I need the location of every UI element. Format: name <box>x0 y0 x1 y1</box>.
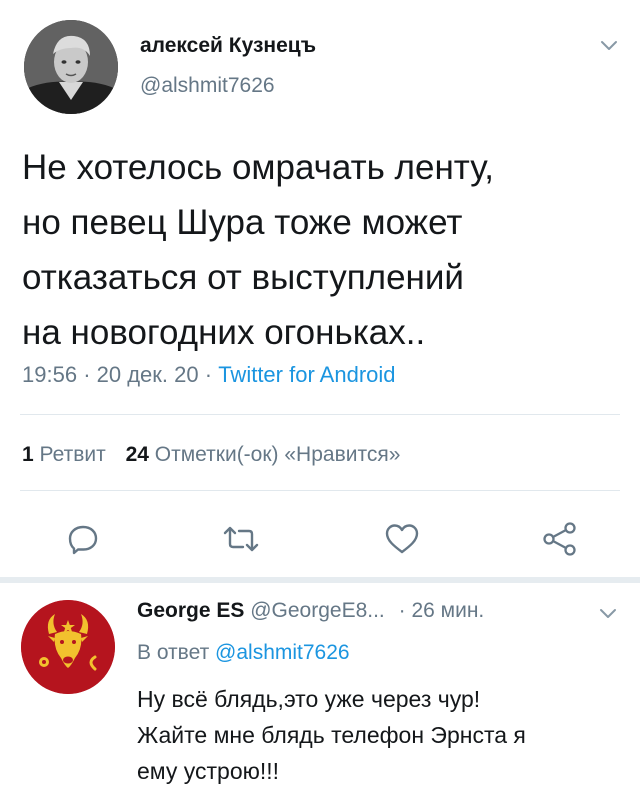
reply-button[interactable] <box>66 522 100 556</box>
tweet-source-link[interactable]: Twitter for Android <box>218 362 395 387</box>
avatar-photo-icon <box>24 20 118 114</box>
divider <box>20 490 620 491</box>
meta-separator: · <box>83 362 91 387</box>
tweet-menu-chevron-icon[interactable] <box>599 38 619 52</box>
tweet-text-line: но певец Шура тоже может <box>22 203 463 242</box>
reply-text: Ну всё блядь,это уже через чур! Жайте мн… <box>137 681 627 789</box>
reply-time: 26 мин. <box>411 599 485 622</box>
reply-author-name[interactable]: George ES <box>137 599 244 622</box>
share-icon <box>543 522 576 556</box>
heart-icon <box>385 524 419 554</box>
likes-stat[interactable]: 24 Отметки(-ок) «Нравится» <box>126 443 401 466</box>
reply-header: George ES @GeorgeE8... · 26 мин. <box>137 599 484 623</box>
retweet-icon <box>223 526 259 552</box>
reply-context: В ответ @alshmit7626 <box>137 641 350 665</box>
reply-author-avatar[interactable] <box>21 600 115 694</box>
section-separator <box>0 577 640 583</box>
reply-author-handle[interactable]: @GeorgeE8... <box>250 599 385 622</box>
meta-separator: · <box>204 362 213 387</box>
tweet-date: 20 дек. 20 <box>96 362 199 387</box>
meta-separator: · <box>398 599 406 622</box>
retweet-button[interactable] <box>222 524 260 554</box>
tweet-time: 19:56 <box>22 362 78 387</box>
tweet-text: Не хотелось омрачать ленту, но певец Шур… <box>22 140 622 360</box>
like-button[interactable] <box>384 522 420 556</box>
reply-context-prefix: В ответ <box>137 641 210 664</box>
reply-text-line: Ну всё блядь,это уже через чур! <box>137 686 481 712</box>
retweets-count: 1 <box>22 443 34 466</box>
retweets-label: Ретвит <box>39 443 106 466</box>
likes-label: Отметки(-ок) «Нравится» <box>154 443 401 466</box>
reply-text-line: ему устрою!!! <box>137 758 280 784</box>
tweet-text-line: Не хотелось омрачать ленту, <box>22 148 494 187</box>
reply-icon <box>68 525 98 555</box>
share-button[interactable] <box>541 521 579 557</box>
tweet-text-line: на новогодних огоньках.. <box>22 313 426 352</box>
author-name[interactable]: алексей Кузнецъ <box>140 34 316 58</box>
reply-text-line: Жайте мне блядь телефон Эрнста я <box>137 722 526 748</box>
author-avatar[interactable] <box>24 20 118 114</box>
tweet-stats: 1 Ретвит 24 Отметки(-ок) «Нравится» <box>22 443 400 467</box>
author-handle[interactable]: @alshmit7626 <box>140 74 275 98</box>
retweets-stat[interactable]: 1 Ретвит <box>22 443 112 466</box>
likes-count: 24 <box>125 443 149 466</box>
tweet-text-line: отказаться от выступлений <box>22 258 464 297</box>
reply-menu-chevron-icon[interactable] <box>598 606 618 620</box>
divider <box>20 414 620 415</box>
reply-context-handle[interactable]: @alshmit7626 <box>215 641 350 664</box>
bull-emblem-icon <box>21 600 115 694</box>
tweet-meta: 19:56 · 20 дек. 20 · Twitter for Android <box>22 362 396 388</box>
